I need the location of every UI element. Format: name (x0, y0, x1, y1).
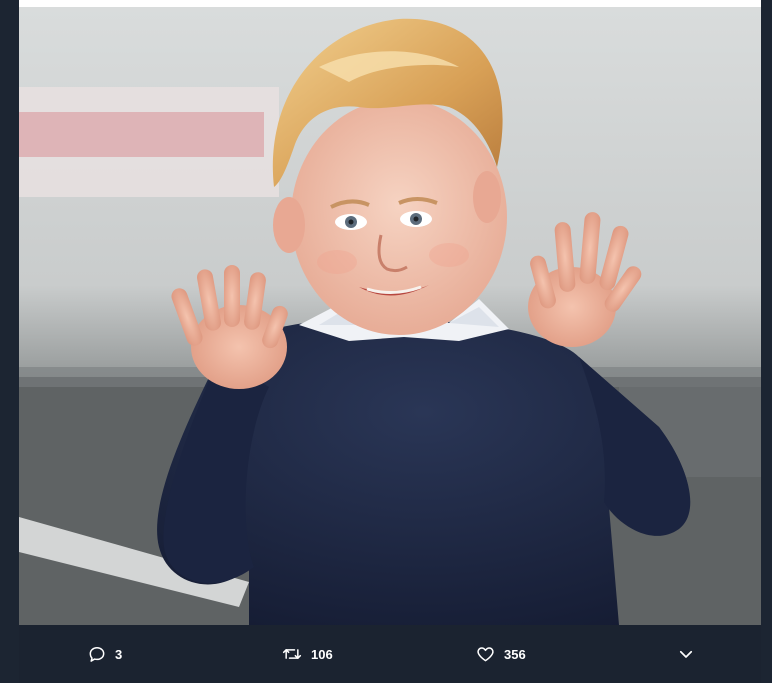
photo-illustration (19, 7, 761, 625)
tweet-photo[interactable] (19, 7, 761, 625)
more-options-button[interactable] (677, 625, 695, 683)
retweet-button[interactable]: 106 (281, 625, 333, 683)
chevron-down-icon (677, 645, 695, 663)
reply-icon (87, 644, 107, 664)
left-backdrop (0, 0, 19, 683)
reply-button[interactable]: 3 (87, 625, 122, 683)
right-backdrop (761, 0, 772, 683)
retweet-count: 106 (311, 646, 333, 662)
reply-count: 3 (115, 646, 123, 662)
like-count: 356 (504, 646, 526, 662)
tweet-action-bar: 3 106 356 (19, 625, 761, 683)
heart-icon (475, 644, 496, 664)
retweet-icon (281, 644, 303, 664)
like-button[interactable]: 356 (475, 625, 526, 683)
